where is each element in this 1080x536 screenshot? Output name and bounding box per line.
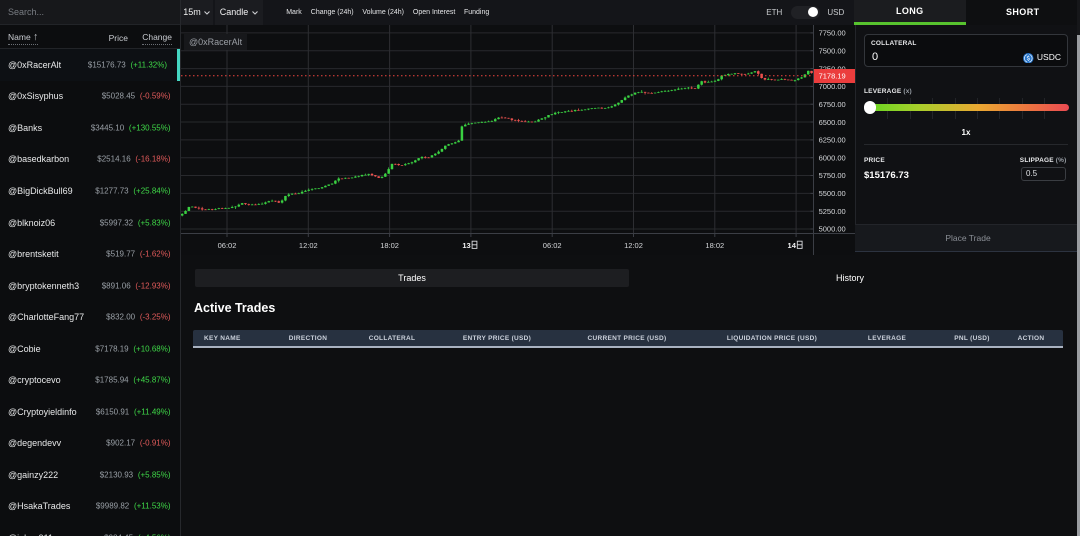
svg-text:5500.00: 5500.00: [819, 189, 846, 198]
svg-text:7178.19: 7178.19: [819, 72, 846, 81]
svg-text:5750.00: 5750.00: [819, 171, 846, 180]
svg-text:5250.00: 5250.00: [819, 207, 846, 216]
svg-text:14: 14: [788, 241, 797, 250]
svg-text:06:02: 06:02: [218, 241, 237, 250]
svg-text:7750.00: 7750.00: [819, 29, 846, 38]
svg-text:7000.00: 7000.00: [819, 82, 846, 91]
svg-text:12:02: 12:02: [299, 241, 318, 250]
svg-text:6500.00: 6500.00: [819, 118, 846, 127]
svg-text:06:02: 06:02: [543, 241, 562, 250]
svg-text:7500.00: 7500.00: [819, 46, 846, 55]
svg-text:12:02: 12:02: [624, 241, 643, 250]
svg-text:18:02: 18:02: [705, 241, 724, 250]
svg-text:6250.00: 6250.00: [819, 136, 846, 145]
svg-text:5000.00: 5000.00: [819, 225, 846, 234]
svg-text:18:02: 18:02: [380, 241, 399, 250]
svg-text:13: 13: [462, 241, 470, 250]
svg-text:6000.00: 6000.00: [819, 153, 846, 162]
svg-text:6750.00: 6750.00: [819, 100, 846, 109]
